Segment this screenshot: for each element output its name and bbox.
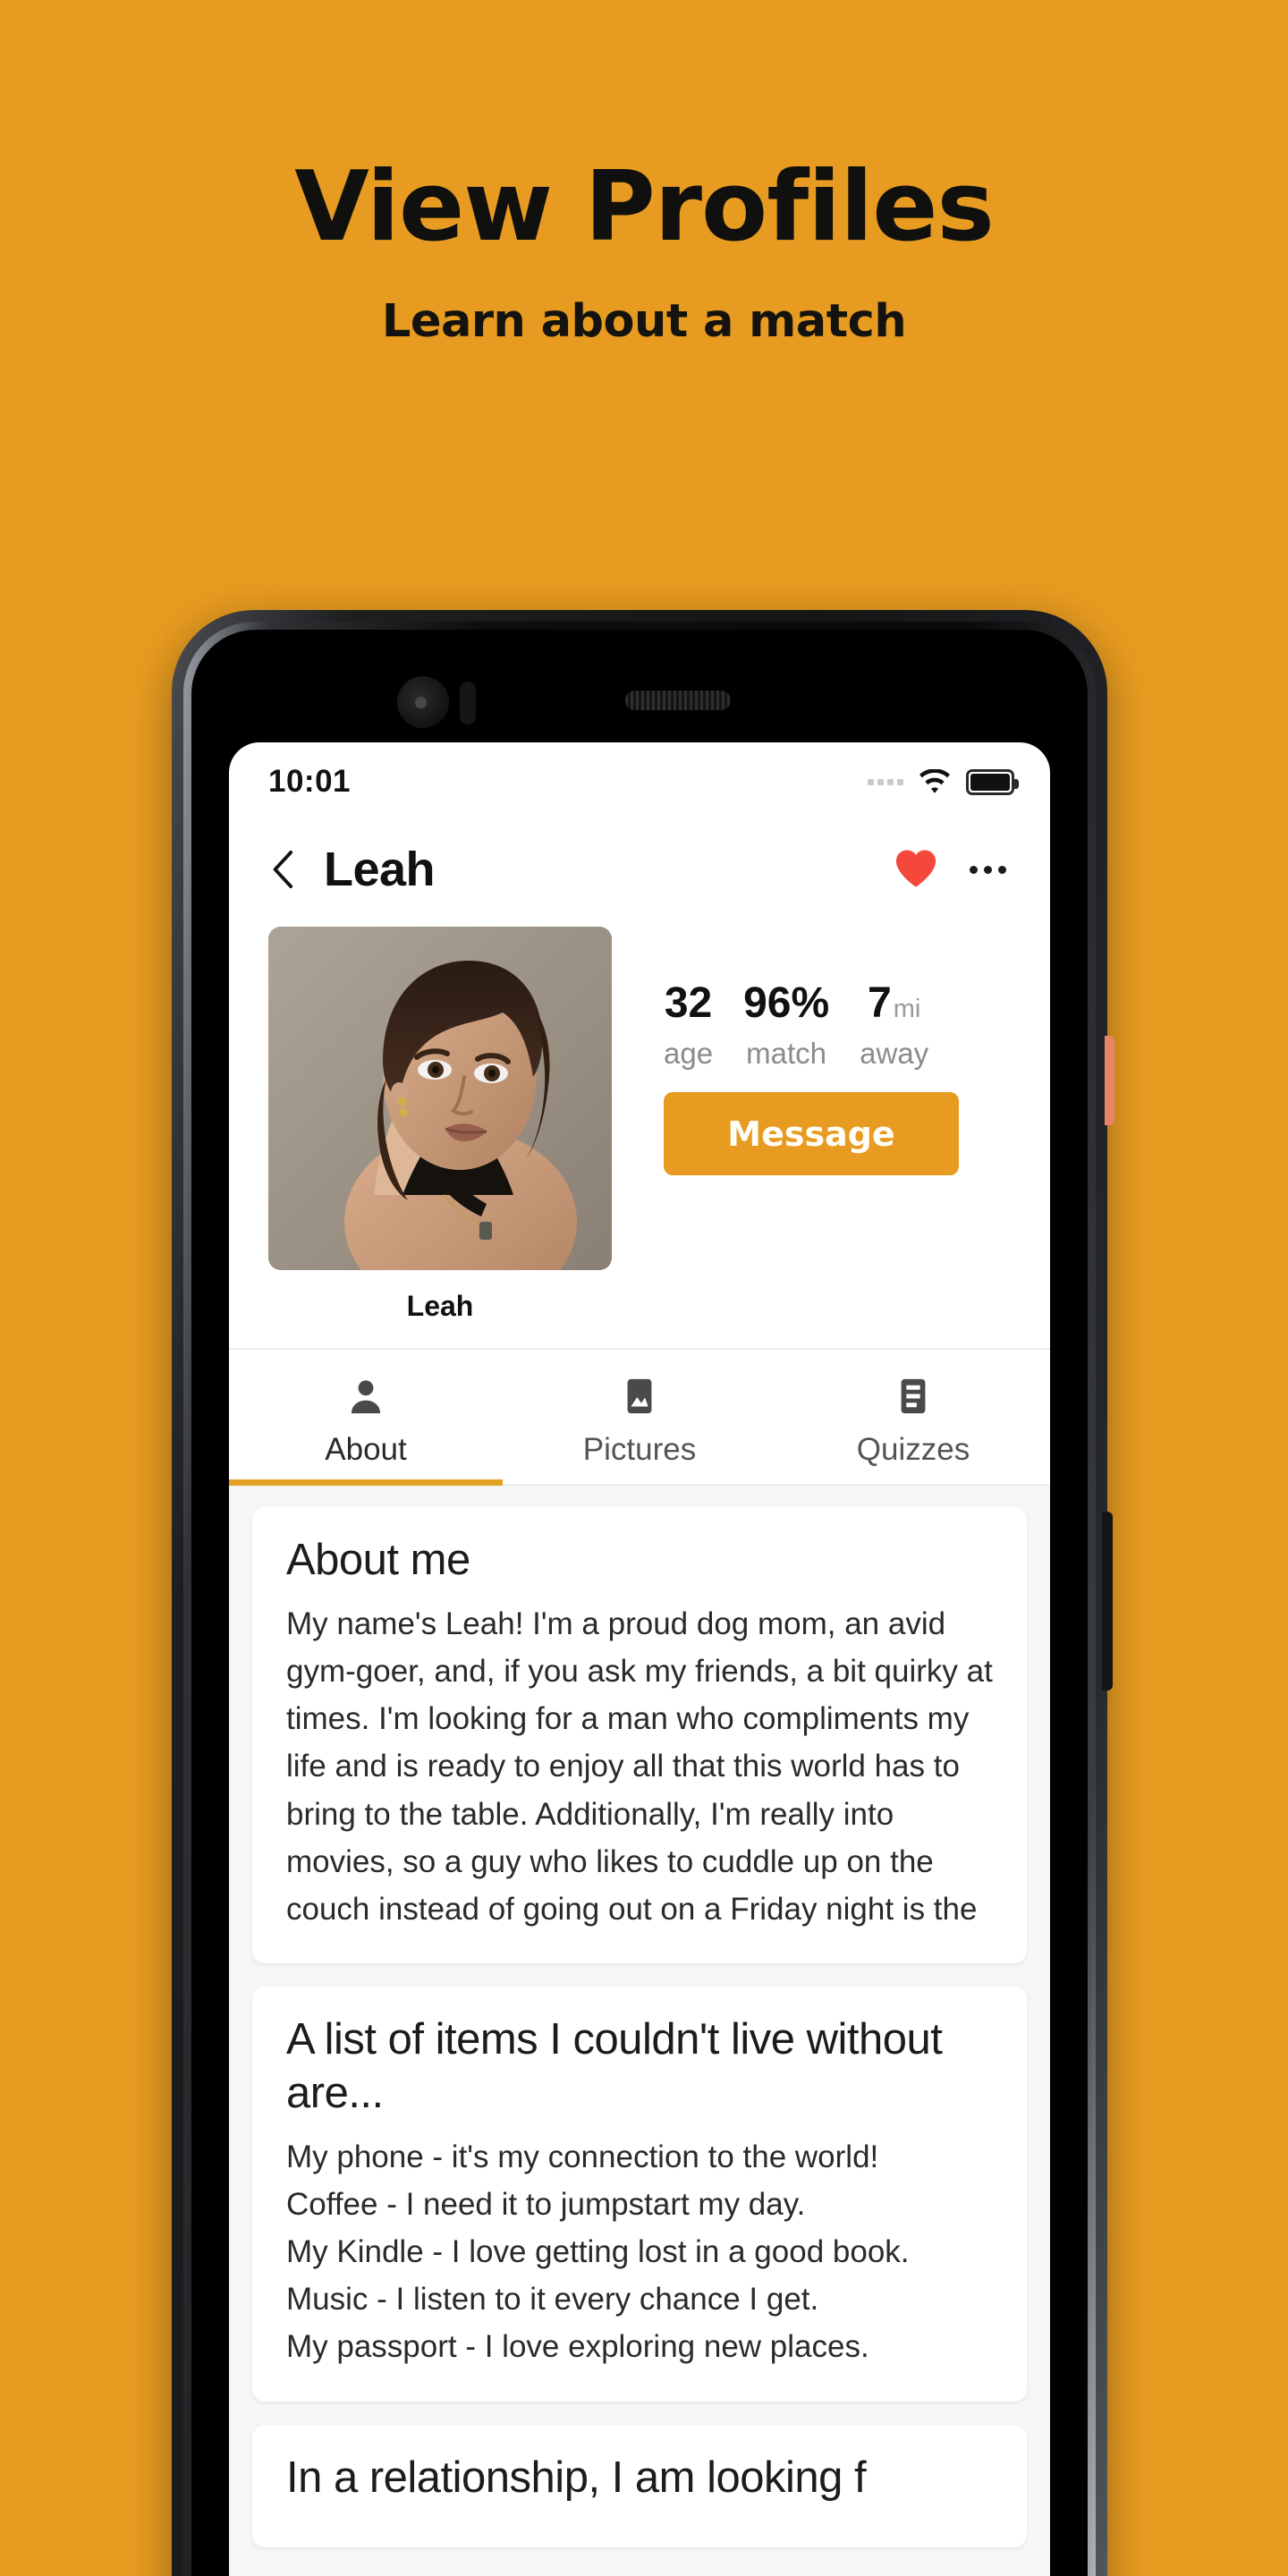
signal-dots-icon [868, 778, 903, 785]
profile-photo[interactable] [268, 927, 612, 1270]
earpiece-speaker [625, 691, 731, 710]
status-icons [868, 768, 1019, 795]
volume-button[interactable] [1105, 1036, 1114, 1125]
app-bar: Leah [229, 821, 1050, 918]
list-item: My Kindle - I love getting lost in a goo… [286, 2233, 910, 2269]
profile-tabs: About Pictures Quizzes [229, 1350, 1050, 1486]
card-relationship-title: In a relationship, I am looking f [286, 2453, 867, 2502]
person-icon [345, 1373, 386, 1419]
status-bar: 10:01 [229, 742, 1050, 821]
stat-match: 96% match [743, 979, 829, 1071]
card-about-me-title: About me [286, 1536, 470, 1584]
profile-info-column: 32 age 96% match 7mi away Message [612, 927, 1014, 1323]
sensor-icon [460, 682, 476, 724]
card-items-list: A list of items I couldn't live without … [252, 1987, 1027, 2402]
status-time: 10:01 [268, 764, 352, 799]
phone-mockup: 10:01 Leah Leah 32 age 96% match 7mi awa… [172, 610, 1114, 2576]
tab-about[interactable]: About [229, 1373, 503, 1486]
stat-match-value: 96% [743, 979, 830, 1027]
tab-about-label: About [325, 1432, 407, 1467]
favorite-heart-icon[interactable] [893, 846, 939, 894]
list-item: Coffee - I need it to jumpstart my day. [286, 2186, 806, 2222]
profile-name-caption: Leah [406, 1290, 474, 1322]
wifi-icon [918, 769, 952, 794]
card-items-list-body: My phone - it's my connection to the wor… [286, 2133, 993, 2371]
stat-distance-unit: mi [893, 995, 921, 1023]
profile-stats: 32 age 96% match 7mi away [664, 979, 1014, 1071]
card-items-list-title: A list of items I couldn't live without … [286, 2015, 943, 2117]
tab-pictures-label: Pictures [582, 1432, 697, 1467]
promo-subtitle: Learn about a match [381, 295, 907, 348]
back-button[interactable] [265, 848, 301, 891]
stat-distance-label: away [860, 1037, 929, 1070]
profile-photo-column: Leah [268, 927, 612, 1323]
power-button[interactable] [1102, 1512, 1113, 1690]
message-button[interactable]: Message [664, 1092, 959, 1175]
phone-screen: 10:01 Leah Leah 32 age 96% match 7mi awa… [229, 742, 1050, 2576]
list-item: My phone - it's my connection to the wor… [286, 2139, 879, 2174]
stat-age: 32 age [664, 979, 713, 1071]
stat-age-label: age [664, 1037, 714, 1070]
list-item: My passport - I love exploring new place… [286, 2329, 869, 2365]
tab-pictures[interactable]: Pictures [503, 1373, 776, 1484]
promo-header: View Profiles Learn about a match [0, 0, 1288, 349]
stat-match-label: match [746, 1037, 827, 1070]
stat-distance-value: 7 [868, 979, 892, 1027]
stat-age-value: 32 [664, 979, 713, 1027]
page-title: Leah [324, 843, 436, 896]
profile-summary: Leah 32 age 96% match 7mi away Message [229, 918, 1050, 1350]
stat-distance: 7mi away [860, 979, 928, 1071]
card-relationship: In a relationship, I am looking f [252, 2424, 1027, 2548]
card-about-me: About me My name's Leah! I'm a proud dog… [252, 1507, 1027, 1964]
list-item: Music - I listen to it every chance I ge… [286, 2282, 819, 2318]
card-about-me-body: My name's Leah! I'm a proud dog mom, an … [286, 1606, 993, 1927]
promo-title: View Profiles [294, 151, 995, 263]
phone-bezel: 10:01 Leah Leah 32 age 96% match 7mi awa… [191, 630, 1088, 2576]
tab-quizzes[interactable]: Quizzes [776, 1373, 1050, 1484]
front-camera-icon [397, 676, 449, 728]
list-card-icon [893, 1373, 934, 1419]
more-horizontal-icon[interactable] [962, 848, 1013, 891]
image-icon [619, 1373, 660, 1419]
tab-quizzes-label: Quizzes [856, 1432, 970, 1467]
about-content[interactable]: About me My name's Leah! I'm a proud dog… [229, 1486, 1050, 2576]
battery-icon [966, 768, 1019, 795]
